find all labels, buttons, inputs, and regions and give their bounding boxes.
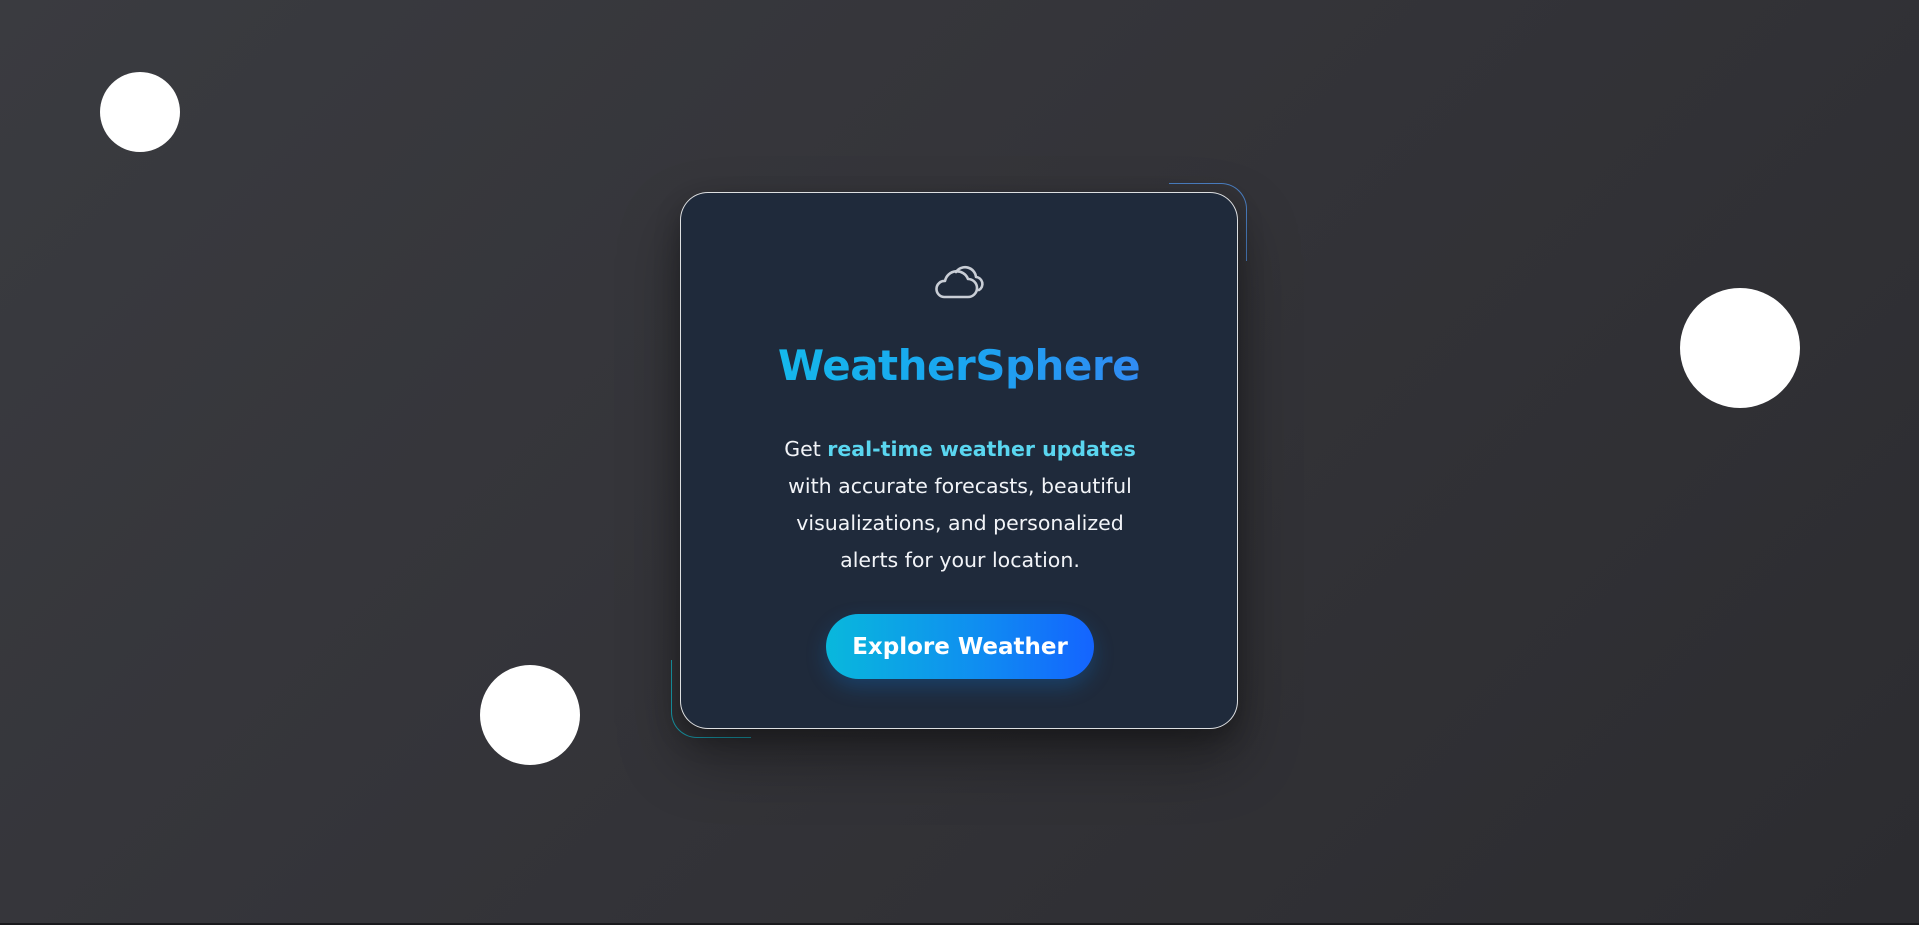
app-title: WeatherSphere — [681, 342, 1237, 389]
decorative-circle-right — [1680, 288, 1800, 408]
description-suffix: with accurate forecasts, beautiful visua… — [788, 474, 1132, 572]
cloud-icon — [935, 265, 984, 299]
app-description: Get real-time weather updates with accur… — [766, 431, 1154, 579]
decorative-circle-top-left — [100, 72, 180, 152]
description-highlight: real-time weather updates — [827, 437, 1136, 461]
hero-card: WeatherSphere Get real-time weather upda… — [680, 192, 1238, 729]
description-prefix: Get — [784, 437, 821, 461]
decorative-circle-bottom-left — [480, 665, 580, 765]
explore-weather-button[interactable]: Explore Weather — [826, 614, 1094, 679]
